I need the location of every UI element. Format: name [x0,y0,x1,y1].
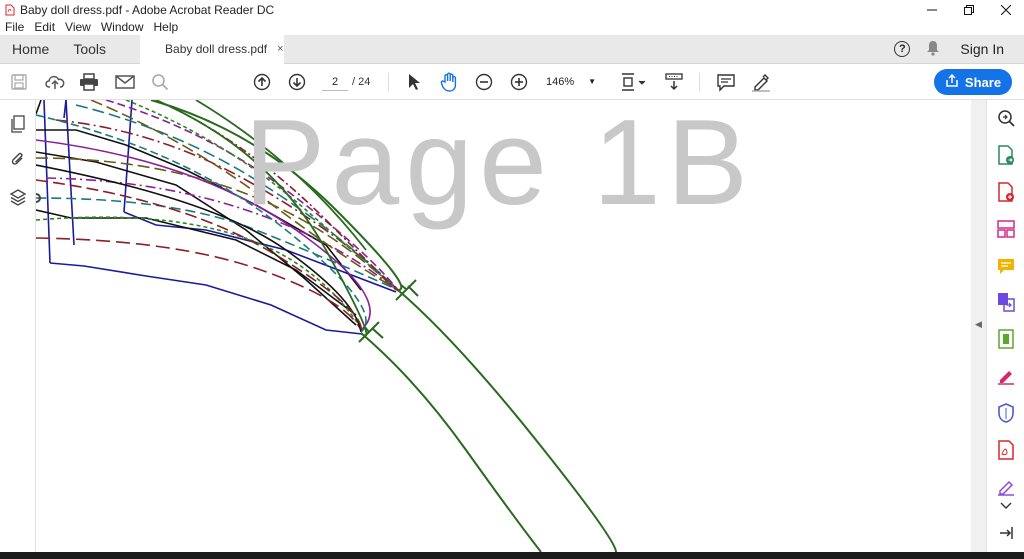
bell-icon[interactable] [926,40,940,59]
tab-home[interactable]: Home [0,41,61,57]
page-fit-icon[interactable] [618,71,648,93]
zoom-out-icon[interactable] [473,71,495,93]
restore-icon[interactable] [950,0,987,19]
minimize-icon[interactable] [913,0,950,19]
window-title: Baby doll dress.pdf - Adobe Acrobat Read… [20,2,275,17]
organize-pages-icon[interactable] [996,219,1016,239]
left-navigation-panel [0,100,36,552]
share-button[interactable]: Share [934,69,1012,95]
close-window-icon[interactable] [987,0,1024,19]
help-icon[interactable]: ? [894,41,911,57]
document-tab-label: Baby doll dress.pdf [165,42,268,56]
document-view[interactable]: Page 1B [36,100,971,552]
toolbar: 2 / 24 146% ▼ Share [0,64,1024,100]
share-label: Share [964,74,1002,90]
menu-help[interactable]: Help [149,20,184,34]
menu-bar: File Edit View Window Help [0,19,1024,35]
find-icon[interactable] [149,71,171,93]
upload-cloud-icon[interactable] [44,71,66,93]
share-icon [945,73,959,91]
sign-in-link[interactable]: Sign In [960,41,1024,57]
fill-sign-icon[interactable] [996,366,1016,386]
combine-files-icon[interactable] [996,292,1016,312]
export-pdf-icon[interactable] [996,145,1016,165]
expand-panel-chevron-icon[interactable]: ◀ [975,319,982,330]
scroll-mode-icon[interactable] [663,71,685,93]
tab-bar: Home Tools Baby doll dress.pdf × ? Sign … [0,34,1024,64]
attachment-icon[interactable] [8,149,28,169]
zoom-in-icon[interactable] [508,71,530,93]
comment-tool-icon[interactable] [715,71,737,93]
pdf-icon[interactable] [996,440,1016,460]
previous-page-icon[interactable] [251,71,273,93]
print-icon[interactable] [78,71,100,93]
tab-tools[interactable]: Tools [61,41,118,57]
protect-icon[interactable] [996,403,1016,423]
search-enhance-icon[interactable] [996,108,1016,128]
page-number-input[interactable]: 2 [322,73,348,91]
pages-icon[interactable] [8,114,28,134]
page-total: / 24 [352,76,371,88]
menu-window[interactable]: Window [96,20,149,34]
zoom-level-value: 146% [546,76,575,88]
save-icon[interactable] [8,71,30,93]
more-tools-chevron-icon[interactable] [996,496,1016,516]
chevron-down-icon: ▼ [588,77,596,86]
acrobat-app-icon [4,3,15,16]
toolbar-divider [699,73,700,91]
next-page-icon[interactable] [286,71,308,93]
title-bar: Baby doll dress.pdf - Adobe Acrobat Read… [0,0,1024,19]
collapse-panel-icon[interactable] [996,523,1016,543]
create-pdf-icon[interactable] [996,182,1016,202]
page-watermark: Page 1B [244,100,755,230]
menu-edit[interactable]: Edit [29,20,60,34]
close-tab-icon[interactable]: × [277,43,283,55]
os-taskbar [0,552,1024,559]
email-icon[interactable] [114,71,136,93]
zoom-level-select[interactable]: 146% ▼ [546,73,602,91]
edit-pdf-icon[interactable] [996,477,1016,497]
toolbar-divider [388,73,389,91]
layers-icon[interactable] [8,187,28,207]
compress-pdf-icon[interactable] [996,329,1016,349]
highlight-pen-icon[interactable] [750,71,772,93]
menu-file[interactable]: File [0,20,29,34]
hand-tool-icon[interactable] [438,71,460,93]
select-cursor-icon[interactable] [403,71,425,93]
comment-icon[interactable] [996,256,1016,276]
menu-view[interactable]: View [60,20,96,34]
right-tools-panel [986,100,1024,552]
tab-document[interactable]: Baby doll dress.pdf × [140,34,285,64]
